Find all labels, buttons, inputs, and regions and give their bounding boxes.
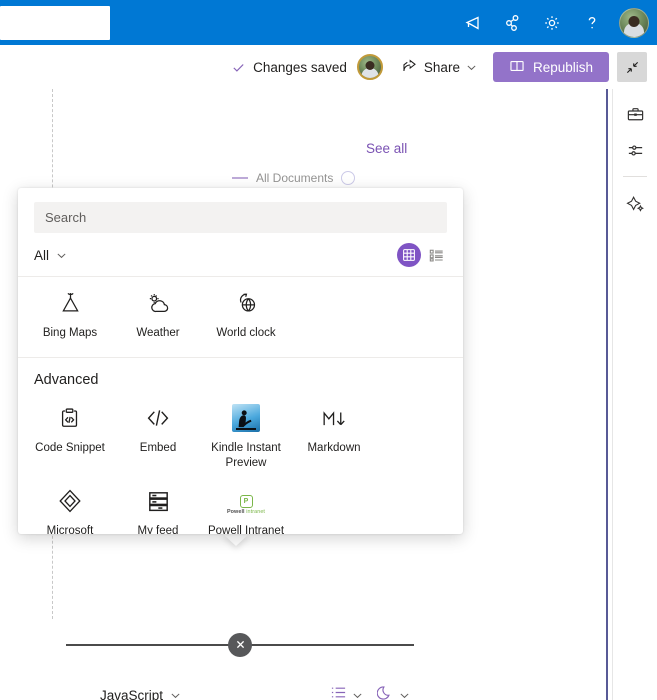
code-snippet-icon: [57, 402, 84, 432]
advanced-section-title: Advanced: [34, 371, 99, 388]
category-filter-dropdown[interactable]: All: [34, 248, 67, 263]
documents-view-label: All Documents: [256, 171, 334, 185]
people-network-icon[interactable]: [493, 0, 531, 45]
avatar[interactable]: [619, 7, 649, 38]
rail-accent-line: [606, 89, 608, 700]
checkmark-icon: [231, 60, 246, 75]
line-numbers-icon: [330, 684, 347, 700]
save-status-label: Changes saved: [253, 59, 347, 75]
webpart-label: Powell Intranet Webparts: [207, 524, 285, 534]
right-rail: [606, 89, 657, 700]
section-divider: [66, 632, 414, 657]
share-label: Share: [423, 59, 460, 75]
embed-code-icon: [144, 402, 172, 432]
my-feed-icon: [145, 485, 172, 515]
markdown-icon: [319, 402, 349, 432]
feedback-megaphone-icon[interactable]: [453, 0, 491, 45]
powell-intranet-icon: P Powell intranet: [227, 485, 265, 515]
gear-icon[interactable]: [533, 0, 571, 45]
webpart-tile-powell-intranet-webparts[interactable]: P Powell intranet Powell Intranet Webpar…: [202, 479, 290, 534]
chevron-down-icon: [170, 690, 181, 700]
collapse-toolbar-button[interactable]: [617, 52, 647, 82]
powell-mark-letter: P: [243, 497, 249, 505]
webpart-tile-powerapps[interactable]: Microsoft PowerApps (P...: [26, 479, 114, 534]
code-webpart-toolbar: JavaScript: [100, 682, 410, 700]
chevron-down-icon: [399, 690, 410, 700]
suite-header: [0, 0, 657, 45]
filter-icon: [232, 177, 248, 179]
code-webpart-options: [330, 684, 410, 700]
webpart-tile-kindle-instant-preview[interactable]: Kindle Instant Preview: [202, 396, 290, 479]
toolbox-icon[interactable]: [618, 97, 652, 131]
webpart-label: My feed: [137, 524, 179, 534]
webpart-tile-embed[interactable]: Embed: [114, 396, 202, 479]
command-bar: Changes saved Share Republish: [0, 45, 657, 89]
webpart-tile-my-feed[interactable]: My feed: [114, 479, 202, 534]
help-question-icon[interactable]: [573, 0, 611, 45]
weather-icon: [145, 287, 172, 317]
see-all-link[interactable]: See all: [366, 141, 407, 156]
publish-page-icon: [509, 58, 525, 77]
webpart-label: Kindle Instant Preview: [211, 441, 281, 469]
list-view-icon[interactable]: [425, 244, 447, 266]
view-toggle-group: [397, 243, 447, 267]
moon-theme-icon: [376, 684, 394, 700]
webpart-label: Microsoft PowerApps (P...: [46, 524, 94, 534]
page-settings-icon[interactable]: [618, 133, 652, 167]
info-icon: [341, 171, 356, 185]
webpart-tile-code-snippet[interactable]: Code Snippet: [26, 396, 114, 479]
line-numbers-dropdown[interactable]: [330, 684, 363, 700]
coauthor-avatar[interactable]: [356, 54, 383, 80]
webpart-picker: All: [18, 188, 463, 534]
rail-divider: [623, 176, 647, 177]
republish-button[interactable]: Republish: [492, 52, 609, 82]
search-input[interactable]: [34, 202, 447, 233]
powell-word-a: Powell: [226, 508, 247, 515]
webpart-label: Weather: [136, 327, 180, 339]
sharepoint-page-editor: Changes saved Share Republish See all Al…: [0, 0, 657, 700]
picker-header: [18, 188, 463, 233]
powell-word-b: intranet: [246, 508, 266, 515]
top-results-tiles: Bing Maps Weather World clock: [18, 277, 463, 357]
documents-filter-row: All Documents: [232, 171, 356, 185]
powerapps-icon: [56, 485, 84, 515]
picker-body: Bing Maps Weather World clock Advanced C…: [18, 276, 463, 534]
webpart-label: Embed: [139, 441, 177, 454]
grid-view-icon[interactable]: [397, 243, 421, 267]
share-button[interactable]: Share: [393, 51, 485, 83]
kindle-instant-preview-icon: [232, 402, 260, 432]
republish-label: Republish: [532, 59, 593, 75]
webpart-tile-markdown[interactable]: Markdown: [290, 396, 378, 479]
webpart-tile-weather[interactable]: Weather: [114, 281, 202, 349]
share-icon: [401, 57, 418, 77]
advanced-tiles: Code Snippet Embed Kindle Instant Previe…: [18, 392, 463, 534]
webpart-tile-bing-maps[interactable]: Bing Maps: [26, 281, 114, 349]
close-icon[interactable]: [228, 632, 252, 657]
language-dropdown[interactable]: JavaScript: [100, 688, 181, 700]
chevron-down-icon: [56, 250, 67, 261]
world-clock-icon: [233, 287, 260, 317]
webpart-label: Code Snippet: [35, 441, 105, 454]
picker-callout-arrow: [222, 533, 250, 546]
webpart-label: Bing Maps: [42, 327, 98, 339]
webpart-label: World clock: [216, 327, 276, 339]
suite-header-actions: [453, 0, 657, 45]
picker-filter-row: All: [18, 233, 463, 276]
category-filter-label: All: [34, 247, 50, 263]
app-launcher[interactable]: [0, 5, 110, 40]
sparkle-icon[interactable]: [618, 186, 652, 220]
chevron-down-icon: [466, 62, 477, 73]
bing-maps-icon: [57, 287, 84, 317]
theme-dropdown[interactable]: [376, 684, 410, 700]
chevron-down-icon: [352, 690, 363, 700]
save-status: Changes saved: [231, 54, 383, 80]
language-label: JavaScript: [100, 687, 164, 700]
webpart-tile-world-clock[interactable]: World clock: [202, 281, 290, 349]
webpart-label: Markdown: [307, 441, 361, 454]
